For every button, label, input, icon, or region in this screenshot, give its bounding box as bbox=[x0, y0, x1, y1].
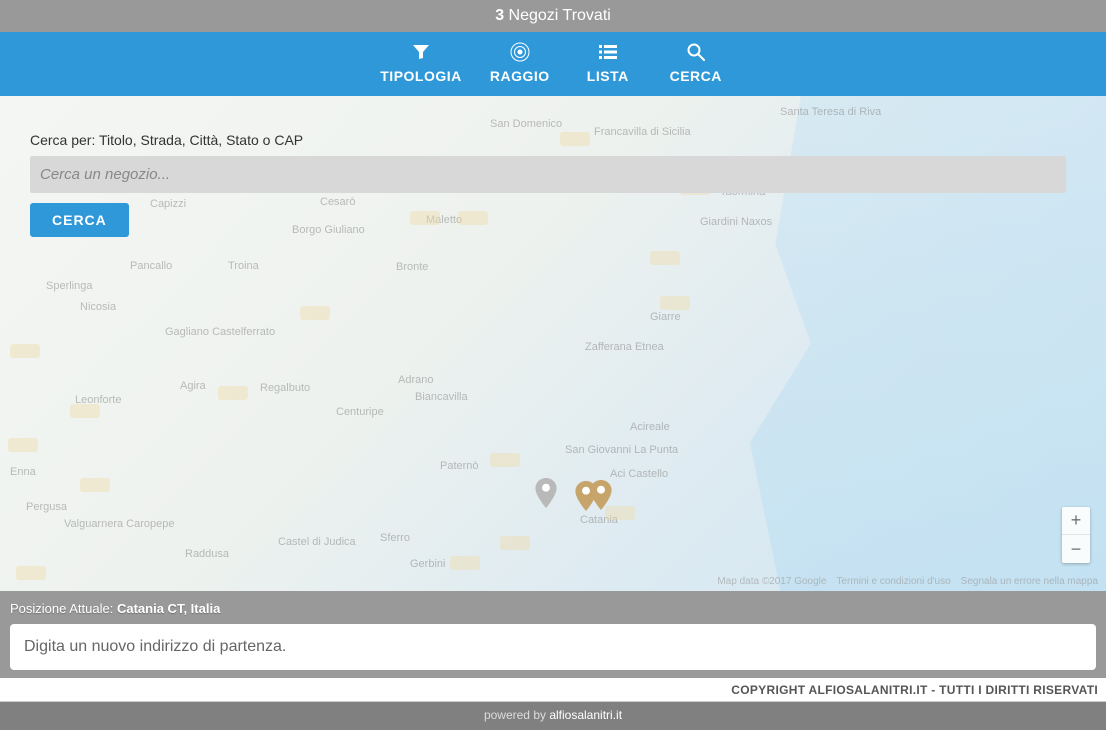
road-badge bbox=[650, 251, 680, 265]
current-position: Posizione Attuale: Catania CT, Italia bbox=[10, 601, 1096, 616]
search-overlay: Cerca per: Titolo, Strada, Città, Stato … bbox=[30, 132, 1066, 237]
nav-lista[interactable]: LISTA bbox=[578, 42, 638, 84]
map-place-label: Enna bbox=[10, 466, 36, 478]
target-icon bbox=[510, 42, 530, 62]
road-badge bbox=[500, 536, 530, 550]
road-badge bbox=[80, 478, 110, 492]
map-place-label: Adrano bbox=[398, 374, 433, 386]
position-label: Posizione Attuale: bbox=[10, 601, 113, 616]
map-place-label: Regalbuto bbox=[260, 382, 310, 394]
map-marker[interactable] bbox=[575, 481, 597, 511]
nav-cerca[interactable]: CERCA bbox=[666, 42, 726, 84]
map-place-label: Raddusa bbox=[185, 548, 229, 560]
road-badge bbox=[218, 386, 248, 400]
nav-label: TIPOLOGIA bbox=[380, 68, 462, 84]
map-canvas[interactable]: Santa Teresa di RivaTaorminaGiardini Nax… bbox=[0, 96, 1106, 591]
road-badge bbox=[660, 296, 690, 310]
powered-link[interactable]: alfiosalanitri.it bbox=[549, 708, 622, 722]
map-place-label: Centuripe bbox=[336, 406, 384, 418]
road-badge bbox=[300, 306, 330, 320]
map-place-label: Zafferana Etnea bbox=[585, 341, 664, 353]
road-badge bbox=[70, 404, 100, 418]
store-count-label: Negozi Trovati bbox=[509, 7, 611, 24]
zoom-control: + − bbox=[1062, 507, 1090, 563]
list-icon bbox=[599, 42, 617, 62]
address-input[interactable] bbox=[10, 624, 1096, 670]
search-label: Cerca per: Titolo, Strada, Città, Stato … bbox=[30, 132, 1066, 148]
position-value: Catania CT, Italia bbox=[117, 601, 220, 616]
map-terms-link[interactable]: Termini e condizioni d'uso bbox=[836, 576, 950, 587]
header-bar: 3 Negozi Trovati bbox=[0, 0, 1106, 32]
nav-tipologia[interactable]: TIPOLOGIA bbox=[380, 42, 462, 84]
map-place-label: Aci Castello bbox=[610, 468, 668, 480]
powered-prefix: powered by bbox=[484, 708, 549, 722]
map-place-label: Pergusa bbox=[26, 501, 67, 513]
map-place-label: Giarre bbox=[650, 311, 681, 323]
store-count: 3 bbox=[495, 7, 504, 24]
road-badge bbox=[16, 566, 46, 580]
map-place-label: Paternò bbox=[440, 460, 479, 472]
zoom-out-button[interactable]: − bbox=[1062, 535, 1090, 563]
road-badge bbox=[605, 506, 635, 520]
map-data-credit: Map data ©2017 Google bbox=[717, 576, 826, 587]
map-place-label: Valguarnera Caropepe bbox=[64, 518, 174, 530]
map-marker[interactable] bbox=[535, 478, 557, 508]
search-button[interactable]: CERCA bbox=[30, 203, 129, 237]
zoom-in-button[interactable]: + bbox=[1062, 507, 1090, 535]
powered-by: powered by alfiosalanitri.it bbox=[0, 702, 1106, 730]
map-report-link[interactable]: Segnala un errore nella mappa bbox=[961, 576, 1098, 587]
map-place-label: Agira bbox=[180, 380, 206, 392]
map-place-label: San Domenico bbox=[490, 118, 562, 130]
map-place-label: Castel di Judica bbox=[278, 536, 356, 548]
map-place-label: Sferro bbox=[380, 532, 410, 544]
nav-label: RAGGIO bbox=[490, 68, 550, 84]
search-input[interactable] bbox=[30, 156, 1066, 193]
nav-label: LISTA bbox=[587, 68, 629, 84]
map-place-label: Pancallo bbox=[130, 260, 172, 272]
map-place-label: Acireale bbox=[630, 421, 670, 433]
map-place-label: Gerbini bbox=[410, 558, 445, 570]
filter-icon bbox=[412, 42, 430, 62]
search-icon bbox=[687, 42, 705, 62]
map-place-label: Biancavilla bbox=[415, 391, 468, 403]
map-place-label: Sperlinga bbox=[46, 280, 92, 292]
road-badge bbox=[450, 556, 480, 570]
road-badge bbox=[490, 453, 520, 467]
map-place-label: Nicosia bbox=[80, 301, 116, 313]
nav-bar: TIPOLOGIA RAGGIO LISTA CERCA bbox=[0, 32, 1106, 96]
map-place-label: Gagliano Castelferrato bbox=[165, 326, 275, 338]
map-place-label: Bronte bbox=[396, 261, 428, 273]
map-credits: Map data ©2017 Google Termini e condizio… bbox=[717, 576, 1098, 587]
road-badge bbox=[8, 438, 38, 452]
bottom-bar: Posizione Attuale: Catania CT, Italia bbox=[0, 591, 1106, 678]
nav-label: CERCA bbox=[670, 68, 722, 84]
map-place-label: San Giovanni La Punta bbox=[565, 444, 678, 456]
map-place-label: Troina bbox=[228, 260, 259, 272]
nav-raggio[interactable]: RAGGIO bbox=[490, 42, 550, 84]
copyright-text: COPYRIGHT ALFIOSALANITRI.IT - TUTTI I DI… bbox=[0, 678, 1106, 702]
road-badge bbox=[10, 344, 40, 358]
